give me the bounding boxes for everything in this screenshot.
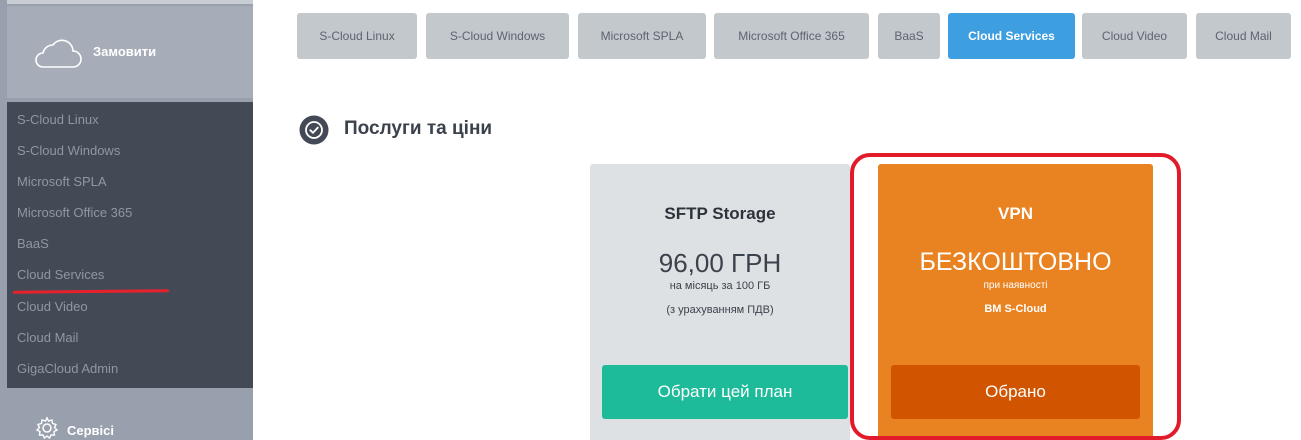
tab-baas[interactable]: BaaS — [878, 13, 940, 59]
tab-cloud-services[interactable]: Cloud Services — [948, 13, 1075, 59]
plan-title: VPN — [998, 204, 1033, 223]
sidebar-item-baas[interactable]: BaaS — [17, 236, 49, 251]
sidebar-item-gigacloud-admin[interactable]: GigaCloud Admin — [17, 361, 118, 376]
sidebar-submenu: S-Cloud Linux S-Cloud Windows Microsoft … — [7, 102, 253, 388]
plan-requirement-note: ВМ S-Cloud — [984, 303, 1047, 315]
tab-cloud-video[interactable]: Cloud Video — [1082, 13, 1187, 59]
chosen-plan-button[interactable]: Обрано — [891, 365, 1140, 419]
sidebar-item-cloud-mail[interactable]: Cloud Mail — [17, 330, 78, 345]
section-title: Послуги та ціни — [344, 118, 493, 139]
tab-microsoft-spla[interactable]: Microsoft SPLA — [578, 13, 706, 59]
tab-microsoft-office-365[interactable]: Microsoft Office 365 — [714, 13, 869, 59]
sidebar-item-microsoft-spla[interactable]: Microsoft SPLA — [17, 174, 107, 189]
sidebar-item-microsoft-office-365[interactable]: Microsoft Office 365 — [17, 205, 132, 220]
plan-title: SFTP Storage — [664, 204, 776, 223]
sidebar-item-cloud-services[interactable]: Cloud Services — [17, 267, 104, 282]
plan-price: БЕЗКОШТОВНО — [919, 248, 1112, 276]
choose-plan-button[interactable]: Обрати цей план — [602, 365, 848, 419]
plan-tax-note: (з урахуванням ПДВ) — [666, 304, 774, 316]
check-circle-icon — [299, 115, 329, 145]
order-label: Замовити — [93, 44, 157, 59]
sidebar-item-s-cloud-linux[interactable]: S-Cloud Linux — [17, 112, 99, 127]
gear-icon — [35, 416, 59, 440]
tab-s-cloud-linux[interactable]: S-Cloud Linux — [297, 13, 417, 59]
red-underline-annotation — [12, 289, 170, 294]
order-menu-button[interactable]: Замовити — [7, 6, 253, 98]
tab-cloud-mail[interactable]: Cloud Mail — [1196, 13, 1291, 59]
sidebar-item-cloud-video[interactable]: Cloud Video — [17, 299, 88, 314]
cloud-icon — [35, 39, 82, 68]
plan-price: 96,00 ГРН — [658, 248, 782, 278]
services-menu-button[interactable]: Сервісі — [7, 392, 253, 440]
services-label: Сервісі — [67, 423, 115, 438]
sidebar: Замовити S-Cloud Linux S-Cloud Windows M… — [0, 0, 253, 440]
tab-s-cloud-windows[interactable]: S-Cloud Windows — [426, 13, 569, 59]
plan-condition-note: при наявності — [983, 280, 1048, 291]
plan-price-note: на місяць за 100 ГБ — [669, 280, 771, 292]
sidebar-item-s-cloud-windows[interactable]: S-Cloud Windows — [17, 143, 120, 158]
sidebar-top-divider — [7, 0, 253, 4]
